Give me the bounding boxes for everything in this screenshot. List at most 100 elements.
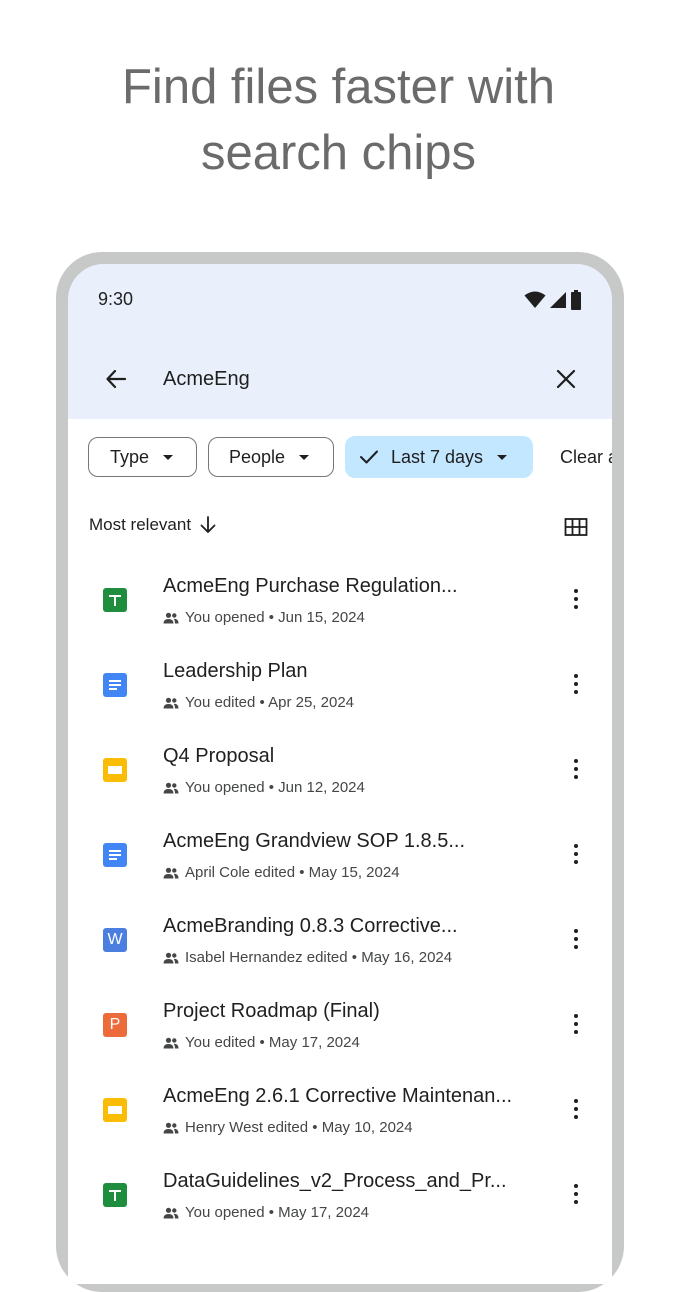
dot [573,1106,579,1112]
search-input[interactable]: AcmeEng [163,368,250,391]
file-meta-text: You opened • Jun 12, 2024 [185,779,365,796]
chip-type-label: Type [110,446,150,467]
dot [573,928,579,934]
file-list: AcmeEng Purchase Regulation... You opened… [68,561,612,1241]
dot [573,774,579,780]
chip-people[interactable]: People [208,437,334,477]
file-row[interactable]: DataGuidelines_v2_Process_and_Pr... You o… [68,1156,612,1241]
dot [573,936,579,942]
file-row[interactable]: P Project Roadmap (Final) You edited • May… [68,986,612,1071]
dot [573,843,579,849]
file-meta: You opened • May 17, 2024 [163,1204,369,1221]
more-options-icon[interactable] [562,581,590,617]
more-options-icon[interactable] [562,1091,590,1127]
file-row[interactable]: AcmeEng Purchase Regulation... You opened… [68,561,612,646]
more-options-icon[interactable] [562,751,590,787]
search-header: 9:30 AcmeEng [68,264,612,419]
arrow-back-icon [106,369,127,389]
chevron-down-icon [497,454,508,460]
more-options-icon[interactable] [562,666,590,702]
google-docs-icon [103,673,127,697]
file-title: AcmeEng Grandview SOP 1.8.5... [163,830,466,852]
file-row[interactable]: W AcmeBranding 0.8.3 Corrective... Isabel … [68,901,612,986]
clear-all-button[interactable]: Clear all [560,447,612,468]
file-row[interactable]: AcmeEng Grandview SOP 1.8.5... April Cole… [68,816,612,901]
file-meta: You opened • Jun 15, 2024 [163,609,365,626]
chip-type[interactable]: Type [88,437,197,477]
file-meta-text: You edited • May 17, 2024 [185,1034,360,1051]
dot [573,1191,579,1197]
file-title: AcmeEng 2.6.1 Corrective Maintenan... [163,1085,513,1107]
file-meta-text: You opened • May 17, 2024 [185,1204,370,1221]
file-type-letter: P [109,1016,121,1033]
chevron-down-icon [163,454,174,460]
grid-view-icon[interactable] [564,515,588,539]
more-options-icon[interactable] [562,1176,590,1212]
back-button[interactable] [98,356,134,402]
dot [573,1013,579,1019]
dot [573,851,579,857]
dot [573,1183,579,1189]
dot [573,1114,579,1120]
file-meta: April Cole edited • May 15, 2024 [163,864,400,881]
close-icon [556,369,576,389]
file-meta-text: You edited • Apr 25, 2024 [185,694,355,711]
file-meta-text: Henry West edited • May 10, 2024 [185,1119,413,1136]
file-title: Q4 Proposal [163,745,275,767]
file-title: AcmeEng Purchase Regulation... [163,575,458,597]
file-title: AcmeBranding 0.8.3 Corrective... [163,915,458,937]
file-meta: You edited • Apr 25, 2024 [163,694,354,711]
check-icon [360,450,378,464]
phone-frame: 9:30 AcmeEng Type People Last 7 days Cle… [56,252,624,1292]
shared-people-icon [163,1207,179,1218]
battery-icon [571,290,581,310]
arrow-down-icon [200,516,216,533]
dot [573,1029,579,1035]
file-row[interactable]: Leadership Plan You edited • Apr 25, 2024 [68,646,612,731]
file-meta: Henry West edited • May 10, 2024 [163,1119,413,1136]
shared-people-icon [163,867,179,878]
dot [573,596,579,602]
search-chips: Type People Last 7 days Clear all [88,436,612,479]
more-options-icon[interactable] [562,836,590,872]
cellular-icon [550,292,566,308]
chip-date-label: Last 7 days [391,446,484,467]
dot [573,766,579,772]
dot [573,1021,579,1027]
file-title: Project Roadmap (Final) [163,1000,380,1022]
sort-label: Most relevant [89,515,192,534]
chip-last-7-days[interactable]: Last 7 days [345,436,533,478]
dot [573,758,579,764]
dot [573,944,579,950]
wifi-icon [524,291,546,308]
file-meta-text: Isabel Hernandez edited • May 16, 2024 [185,949,453,966]
file-meta-text: April Cole edited • May 15, 2024 [185,864,400,881]
file-meta: You edited • May 17, 2024 [163,1034,360,1051]
dot [573,859,579,865]
chevron-down-icon [299,454,310,460]
file-row[interactable]: Q4 Proposal You opened • Jun 12, 2024 [68,731,612,816]
more-options-icon[interactable] [562,1006,590,1042]
more-options-icon[interactable] [562,921,590,957]
headline: Find files faster with search chips [0,54,677,186]
shared-people-icon [163,612,179,623]
google-docs-icon [103,843,127,867]
headline-line-1: Find files faster with [122,60,555,114]
shared-people-icon [163,782,179,793]
file-row[interactable]: AcmeEng 2.6.1 Corrective Maintenan... Hen… [68,1071,612,1156]
chip-people-label: People [229,446,286,467]
headline-line-2: search chips [200,126,477,180]
search-bar: AcmeEng [68,356,612,402]
dot [573,1199,579,1205]
sort-button[interactable]: Most relevant [89,515,217,535]
file-meta-text: You opened • Jun 15, 2024 [185,609,365,626]
google-sheets-icon [103,588,127,612]
status-icons [524,290,582,310]
google-slides-icon [103,1098,127,1122]
file-title: Leadership Plan [163,660,308,682]
dot [573,673,579,679]
dot [573,689,579,695]
file-title: DataGuidelines_v2_Process_and_Pr... [163,1170,507,1192]
clear-search-button[interactable] [548,356,584,402]
dot [573,604,579,610]
